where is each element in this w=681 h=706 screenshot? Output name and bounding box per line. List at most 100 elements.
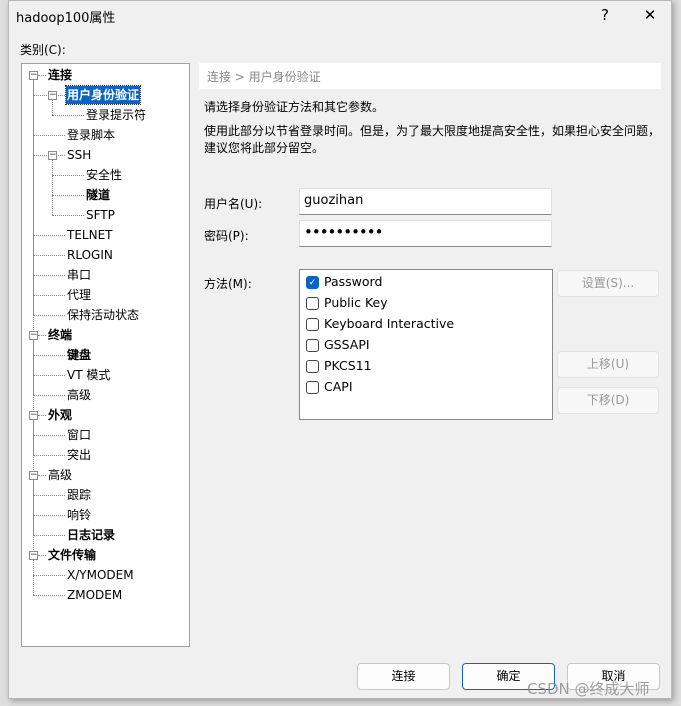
tree-connector-line <box>33 455 65 456</box>
checkbox-unchecked-icon[interactable] <box>306 360 319 373</box>
username-label: 用户名(U): <box>204 197 263 211</box>
password-label: 密码(P): <box>204 229 249 243</box>
tree-item[interactable]: 登录提示符 <box>85 106 147 124</box>
collapse-icon[interactable]: − <box>29 411 38 420</box>
method-checkbox[interactable]: Keyboard Interactive <box>306 314 454 334</box>
tree-connector-line <box>33 255 65 256</box>
tree-item[interactable]: ZMODEM <box>66 586 123 604</box>
note-text-1: 使用此部分以节省登录时间。但是，为了最大限度地提高安全性，如果担心安全问题， <box>204 124 661 138</box>
settings-button[interactable]: 设置(S)... <box>557 270 659 297</box>
tree-connector-line <box>38 335 46 336</box>
tree-connector-line <box>33 235 65 236</box>
collapse-icon[interactable]: − <box>48 91 57 100</box>
method-label: Keyboard Interactive <box>324 316 455 331</box>
category-label: 类别(C): <box>20 43 66 57</box>
method-checkbox[interactable]: CAPI <box>306 377 353 397</box>
tree-item[interactable]: 文件传输 <box>47 546 97 564</box>
tree-connector-line <box>52 215 84 216</box>
collapse-icon[interactable]: − <box>29 71 38 80</box>
method-checkbox[interactable]: ✓ Password <box>306 272 382 292</box>
method-label: CAPI <box>324 379 353 394</box>
tree-item[interactable]: 登录脚本 <box>66 126 116 144</box>
tree-item[interactable]: 响铃 <box>66 506 92 524</box>
tree-connector-line <box>33 135 65 136</box>
tree-connector-line <box>33 595 65 596</box>
method-label: 方法(M): <box>204 277 252 291</box>
tree-connector-line <box>33 435 65 436</box>
collapse-icon[interactable]: − <box>29 551 38 560</box>
method-label: Password <box>324 274 383 289</box>
tree-item[interactable]: 突出 <box>66 446 92 464</box>
checkbox-unchecked-icon[interactable] <box>306 339 319 352</box>
tree-connector-line <box>33 495 65 496</box>
tree-item[interactable]: X/YMODEM <box>66 566 135 584</box>
tree-connector-line <box>52 195 84 196</box>
category-tree[interactable]: − 连接 − 用户身份验证 登录提示符 登录脚本 − SSH 安全性 隧道 SFTP TELNET RL… <box>21 63 190 647</box>
tree-connector-line <box>52 160 53 215</box>
tree-connector-line <box>33 395 65 396</box>
password-input[interactable]: •••••••••• <box>299 220 552 247</box>
method-label: GSSAPI <box>324 337 370 352</box>
tree-item[interactable]: 跟踪 <box>66 486 92 504</box>
method-checkbox[interactable]: Public Key <box>306 293 388 313</box>
method-checkbox[interactable]: GSSAPI <box>306 335 370 355</box>
close-button[interactable]: ✕ <box>635 4 665 26</box>
tree-item[interactable]: TELNET <box>66 226 114 244</box>
connect-button[interactable]: 连接 <box>357 663 450 690</box>
collapse-icon[interactable]: − <box>48 151 57 160</box>
checkbox-unchecked-icon[interactable] <box>306 381 319 394</box>
tree-connector-line <box>33 535 65 536</box>
tree-item[interactable]: 键盘 <box>66 346 92 364</box>
tree-item[interactable]: 终端 <box>47 326 73 344</box>
method-label: PKCS11 <box>324 358 372 373</box>
window-title: hadoop100属性 <box>16 11 116 26</box>
watermark: CSDN @终成大师 <box>527 680 650 698</box>
tree-item[interactable]: 保持活动状态 <box>66 306 140 324</box>
tree-connector-line <box>33 315 65 316</box>
tree-item[interactable]: 高级 <box>47 466 73 484</box>
tree-connector-line <box>38 555 46 556</box>
collapse-icon[interactable]: − <box>29 471 38 480</box>
tree-item[interactable]: 代理 <box>66 286 92 304</box>
tree-connector-line <box>33 275 65 276</box>
move-down-button[interactable]: 下移(D) <box>557 387 659 414</box>
username-input[interactable]: guozihan <box>299 188 552 215</box>
tree-connector-line <box>52 100 53 115</box>
method-label: Public Key <box>324 295 388 310</box>
tree-connector-line <box>33 575 65 576</box>
collapse-icon[interactable]: − <box>29 331 38 340</box>
tree-item[interactable]: SFTP <box>85 206 116 224</box>
tree-connector-line <box>52 175 84 176</box>
tree-connector-line <box>33 560 34 595</box>
tree-item[interactable]: VT 模式 <box>66 366 111 384</box>
tree-item[interactable]: 串口 <box>66 266 92 284</box>
tree-connector-line <box>38 475 46 476</box>
tree-connector-line <box>33 375 65 376</box>
tree-connector-line <box>33 515 65 516</box>
help-button[interactable]: ? <box>590 4 620 26</box>
note-text-2: 建议您将此部分留空。 <box>204 141 325 155</box>
tree-item[interactable]: 外观 <box>47 406 73 424</box>
tree-connector-line <box>33 355 65 356</box>
tree-item[interactable]: 窗口 <box>66 426 92 444</box>
tree-connector-line <box>52 115 84 116</box>
tree-item[interactable]: 连接 <box>47 66 73 84</box>
method-checkbox[interactable]: PKCS11 <box>306 356 372 376</box>
move-up-button[interactable]: 上移(U) <box>557 351 659 378</box>
method-list[interactable]: ✓ Password Public Key Keyboard Interactive G… <box>299 269 553 420</box>
tree-item[interactable]: 用户身份验证 <box>64 85 142 105</box>
checkbox-unchecked-icon[interactable] <box>306 297 319 310</box>
tree-item[interactable]: 隧道 <box>85 186 111 204</box>
tree-item[interactable]: 高级 <box>66 386 92 404</box>
tree-connector-line <box>33 295 65 296</box>
tree-item[interactable]: RLOGIN <box>66 246 114 264</box>
checkbox-unchecked-icon[interactable] <box>306 318 319 331</box>
tree-connector-line <box>38 75 46 76</box>
tree-connector-line <box>38 415 46 416</box>
tree-item[interactable]: 安全性 <box>85 166 123 184</box>
checkbox-checked-icon[interactable]: ✓ <box>306 276 319 289</box>
intro-text: 请选择身份验证方法和其它参数。 <box>204 100 385 114</box>
tree-item[interactable]: SSH <box>66 146 92 164</box>
breadcrumb: 连接 > 用户身份验证 <box>199 63 661 89</box>
tree-item[interactable]: 日志记录 <box>66 526 116 544</box>
